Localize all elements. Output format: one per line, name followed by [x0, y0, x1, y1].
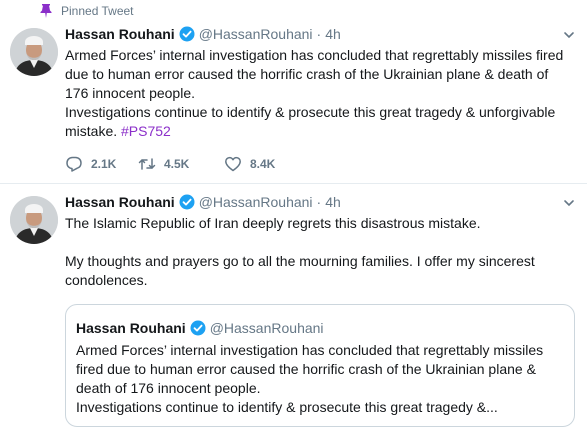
- tweet-text-line: Investigations continue to identify & pr…: [65, 104, 556, 120]
- separator-dot: ·: [316, 194, 322, 210]
- like-count: 8.4K: [250, 157, 276, 171]
- author-name[interactable]: Hassan Rouhani: [65, 194, 175, 210]
- author-name[interactable]: Hassan Rouhani: [65, 26, 175, 42]
- quoted-tweet-text: Armed Forces’ internal investigation has…: [76, 341, 566, 417]
- quoted-tweet-header: Hassan Rouhani @HassanRouhani: [76, 320, 324, 336]
- avatar[interactable]: [10, 28, 58, 76]
- tweet-text-line: due to human error caused the horrific c…: [65, 66, 549, 82]
- reply-count: 2.1K: [91, 157, 117, 171]
- verified-badge-icon: [190, 320, 206, 336]
- separator-dot: ·: [316, 26, 322, 42]
- chevron-down-icon[interactable]: [563, 197, 575, 209]
- pin-icon: [40, 4, 52, 18]
- author-handle[interactable]: @HassanRouhani: [199, 26, 313, 42]
- quoted-text-line: Investigations continue to identify & pr…: [76, 399, 498, 415]
- tweet-timestamp[interactable]: 4h: [325, 194, 341, 210]
- hashtag-link[interactable]: #PS752: [121, 123, 171, 139]
- chevron-down-icon[interactable]: [563, 29, 575, 41]
- retweet-button[interactable]: 4.5K: [138, 155, 216, 173]
- verified-badge-icon: [179, 194, 195, 210]
- tweet-header: Hassan Rouhani @HassanRouhani · 4h: [65, 194, 341, 210]
- retweet-count: 4.5K: [164, 157, 190, 171]
- heart-icon: [225, 156, 241, 172]
- tweet-text-line: condolences.: [65, 272, 148, 288]
- reply-button[interactable]: 2.1K: [65, 155, 130, 173]
- quoted-text-line: death of 176 innocent people.: [76, 380, 261, 396]
- quoted-author-handle: @HassanRouhani: [209, 320, 324, 336]
- author-handle[interactable]: @HassanRouhani: [199, 194, 313, 210]
- avatar-image: [10, 196, 58, 244]
- tweet-text-line: 176 innocent people.: [65, 85, 195, 101]
- avatar[interactable]: [10, 196, 58, 244]
- like-button[interactable]: 8.4K: [224, 155, 275, 173]
- quoted-text-line: Armed Forces’ internal investigation has…: [76, 342, 544, 358]
- quoted-tweet[interactable]: Hassan Rouhani @HassanRouhani Armed Forc…: [65, 304, 575, 427]
- retweet-icon: [138, 158, 156, 170]
- quoted-author-name: Hassan Rouhani: [76, 320, 186, 336]
- tweet-timestamp[interactable]: 4h: [325, 26, 341, 42]
- pinned-indicator: Pinned Tweet: [40, 4, 134, 18]
- tweet-text-fragment: mistake.: [65, 123, 122, 139]
- tweet-text: Armed Forces’ internal investigation has…: [65, 46, 575, 141]
- pinned-label: Pinned Tweet: [61, 4, 134, 18]
- tweet-text-line: mistake. #PS752: [65, 122, 575, 141]
- tweet-text-line: The Islamic Republic of Iran deeply regr…: [65, 215, 481, 231]
- reply-icon: [66, 156, 82, 172]
- avatar-image: [10, 28, 58, 76]
- verified-badge-icon: [179, 26, 195, 42]
- tweet-text-line: My thoughts and prayers go to all the mo…: [65, 253, 535, 269]
- quoted-text-line: fired due to human error caused the horr…: [76, 361, 536, 377]
- tweet-text: The Islamic Republic of Iran deeply regr…: [65, 214, 575, 290]
- pinned-tweet[interactable]: Pinned Tweet Hassan Rouhani @HassanRouha…: [0, 0, 587, 183]
- tweet-text-blank-line: [65, 233, 575, 252]
- tweet-actions: 2.1K 4.5K 8.4K: [65, 155, 275, 173]
- tweet-header: Hassan Rouhani @HassanRouhani · 4h: [65, 26, 341, 42]
- tweet-text-line: Armed Forces’ internal investigation has…: [65, 47, 564, 63]
